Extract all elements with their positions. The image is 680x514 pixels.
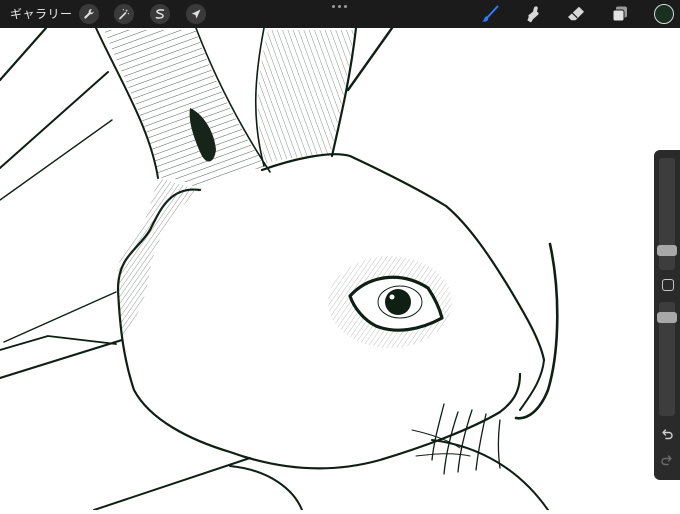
top-toolbar: ギャラリー (0, 0, 680, 28)
eraser-icon[interactable] (565, 3, 587, 25)
layers-icon[interactable] (609, 3, 631, 25)
smudge-icon[interactable] (522, 3, 544, 25)
color-picker-swatch[interactable] (654, 4, 674, 24)
gallery-button[interactable]: ギャラリー (10, 6, 73, 22)
modify-square-icon[interactable] (662, 279, 674, 291)
transform-arrow-icon[interactable] (186, 4, 206, 24)
selection-icon[interactable] (150, 4, 170, 24)
opacity-thumb[interactable] (657, 312, 677, 323)
redo-icon[interactable] (660, 453, 674, 467)
brush-icon[interactable] (479, 3, 501, 25)
rabbit-drawing (0, 26, 559, 511)
drawing-canvas[interactable] (0, 26, 680, 511)
side-toolbar (654, 150, 680, 480)
wrench-icon[interactable] (79, 4, 99, 24)
brush-size-thumb[interactable] (657, 245, 677, 256)
magic-wand-icon[interactable] (114, 4, 134, 24)
toolbar-grip-handle[interactable] (332, 3, 348, 9)
undo-icon[interactable] (660, 427, 674, 441)
